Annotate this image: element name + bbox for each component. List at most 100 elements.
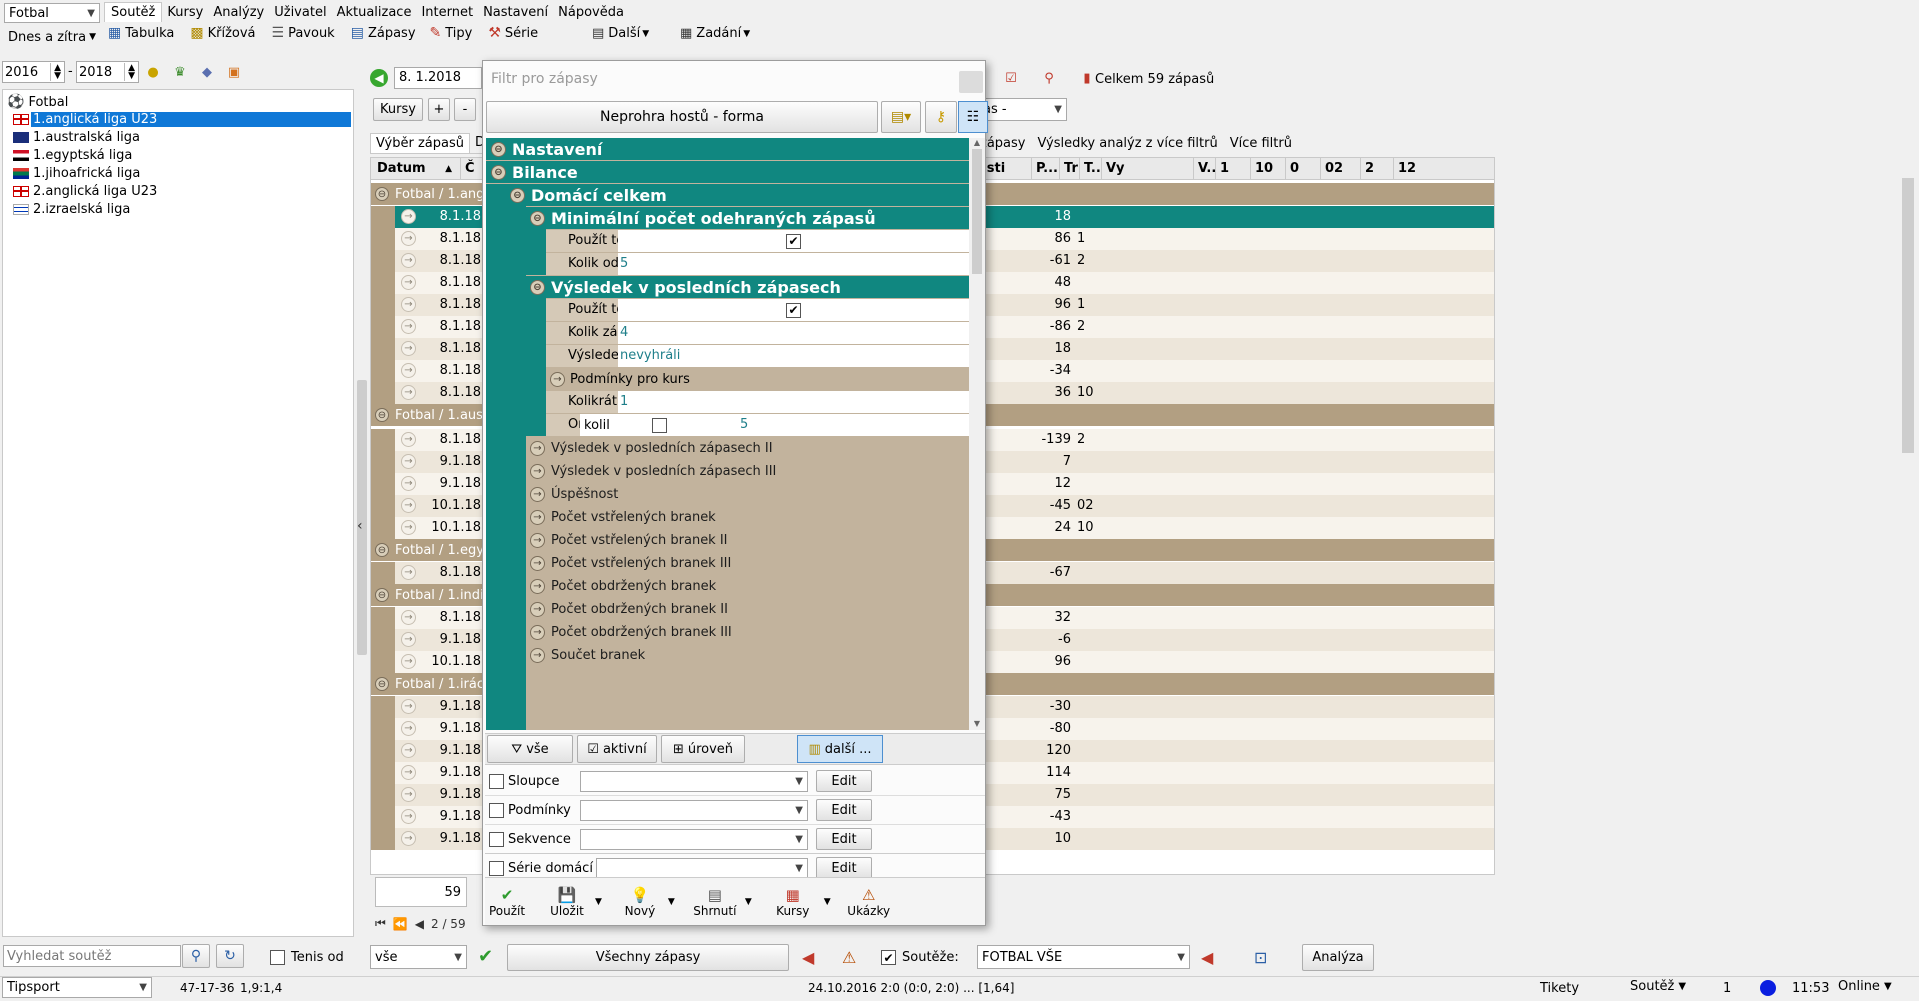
first-page-icon[interactable]: ⏮ [375, 916, 386, 931]
collapsed-section[interactable]: → Výsledek v posledních zápasech II [526, 437, 969, 459]
bar-chart-icon[interactable]: ▮ [1078, 69, 1096, 87]
competitions-checkbox[interactable]: ✔ [881, 950, 896, 965]
tree-view-button[interactable]: ☷ [958, 101, 988, 133]
header-col[interactable]: 1 [1215, 158, 1250, 180]
prev-page-icon[interactable]: ◀ [415, 917, 424, 931]
dropdown-arrow-icon[interactable]: ▼ [824, 897, 831, 907]
tree-item[interactable]: 1.jihoafrická liga [13, 164, 353, 182]
row-expand-icon[interactable]: → [401, 319, 416, 334]
row-expand-icon[interactable]: → [401, 385, 416, 400]
collapsed-section[interactable]: → Součet branek [526, 644, 969, 666]
tab-multi-filter-results[interactable]: Výsledky analýz z více filtrů [1037, 136, 1217, 151]
header-col[interactable]: T.. [1079, 158, 1101, 180]
grid-select-icon[interactable]: ⊡ [1254, 948, 1267, 967]
header-col[interactable]: 12 [1393, 158, 1431, 180]
collapse-panel-icon[interactable]: ‹ [357, 518, 363, 534]
view-combo[interactable]: as - ▼ [978, 98, 1067, 121]
filter-tree-scrollbar[interactable]: ▲ ▼ [969, 138, 985, 730]
times-value-input[interactable]: 1 [618, 391, 969, 413]
edit-button[interactable]: Edit [816, 828, 872, 850]
option-checkbox[interactable] [489, 802, 504, 818]
apply-check-icon[interactable]: ✔ [478, 946, 493, 967]
magic-wand-icon[interactable]: ⚲ [1040, 69, 1058, 87]
option-combo[interactable]: ▼ [580, 770, 808, 792]
option-combo[interactable]: ▼ [596, 857, 808, 879]
header-col[interactable]: V.. [1193, 158, 1215, 180]
more-menu[interactable]: ▤ Další ▼ [592, 26, 649, 41]
row-odds-conditions[interactable]: → Podmínky pro kurs [546, 368, 969, 390]
menu-item[interactable]: Nastavení [478, 3, 553, 22]
menu-item[interactable]: Soutěž [104, 2, 163, 22]
row-expand-icon[interactable]: → [401, 476, 416, 491]
checklist-icon[interactable]: ☑ [1002, 69, 1020, 87]
option-checkbox[interactable] [489, 831, 504, 847]
row-expand-icon[interactable]: → [401, 565, 416, 580]
limit-checkbox[interactable] [652, 417, 667, 433]
count-value-input[interactable]: 4 [618, 322, 969, 344]
tennis-toggle[interactable]: Tenis od [270, 950, 344, 965]
key-button[interactable]: ⚷ [925, 101, 957, 133]
toolbar-tipy-button[interactable]: ✎ Tipy [430, 25, 473, 41]
tag-icon[interactable]: ◆ [198, 63, 216, 81]
collapsed-section[interactable]: → Úspěšnost [526, 483, 969, 505]
competition-search-input[interactable]: Vyhledat soutěž [3, 945, 181, 967]
limit-value-input[interactable]: 5 [738, 414, 969, 436]
collapsed-section[interactable]: → Počet obdržených branek III [526, 621, 969, 643]
year-to-spinner[interactable]: 2018 ▲ ▼ [76, 61, 139, 83]
header-c[interactable]: Č [461, 161, 481, 176]
header-col[interactable]: 0 [1285, 158, 1320, 180]
tennis-checkbox[interactable] [270, 950, 285, 965]
warning-icon[interactable]: ⚠ [842, 948, 856, 967]
back-arrow-icon[interactable]: ◀ [370, 69, 388, 87]
collapsed-section[interactable]: → Počet obdržených branek II [526, 598, 969, 620]
menu-item[interactable]: Internet [416, 3, 478, 22]
search-clear-button[interactable] [959, 71, 983, 93]
competitions-toggle[interactable]: ✔ Soutěže: [881, 950, 959, 965]
use-checkbox[interactable]: ✔ [786, 302, 801, 318]
block-min-matches[interactable]: ⊖ Minimální počet odehraných zápasů [526, 207, 969, 229]
competition-menu[interactable]: Soutěž ▼ [1630, 979, 1686, 994]
action-kursy-button[interactable]: ▦ Kursy [760, 879, 826, 925]
arrow-left-icon[interactable]: ◀ [1201, 948, 1213, 967]
tree-root[interactable]: ⚽ Fotbal [7, 94, 353, 110]
dropdown-arrow-icon[interactable]: ▼ [745, 897, 752, 907]
action-nový-button[interactable]: 💡 Nový [610, 879, 670, 925]
menu-item[interactable]: Aktualizace [332, 3, 417, 22]
remove-button[interactable]: - [454, 98, 476, 121]
tab-active[interactable]: ☑ aktivní [577, 735, 657, 763]
tickets-button[interactable]: Tikety [1540, 981, 1579, 996]
menu-item[interactable]: Uživatel [269, 3, 331, 22]
result-value-input[interactable]: nevyhráli [618, 345, 969, 367]
tree-item[interactable]: 1.australská liga [13, 128, 353, 146]
header-col[interactable]: 2 [1360, 158, 1393, 180]
menu-item[interactable]: Nápověda [553, 3, 629, 22]
edit-button[interactable]: Edit [816, 799, 872, 821]
year-from-spinner[interactable]: 2016 ▲ ▼ [2, 61, 65, 83]
header-date[interactable]: Datum ▲ [371, 158, 461, 179]
row-expand-icon[interactable]: → [401, 743, 416, 758]
arrow-left-icon[interactable]: ◀ [802, 948, 814, 967]
today-tomorrow-button[interactable]: Dnes a zítra ▼ [4, 27, 100, 47]
filter-name-button[interactable]: Neprohra hostů - forma [486, 101, 878, 133]
action-použít-button[interactable]: ✔ Použít [485, 879, 529, 925]
row-expand-icon[interactable]: → [401, 297, 416, 312]
header-col[interactable]: Vy [1101, 158, 1193, 180]
prev-fast-icon[interactable]: ⏪ [393, 917, 408, 931]
menu-item[interactable]: Kursy [162, 3, 208, 22]
competitions-combo[interactable]: FOTBAL VŠE ▼ [977, 945, 1190, 969]
header-col[interactable]: P... [1031, 158, 1059, 180]
tab-more[interactable]: ▥ další ... [797, 735, 883, 763]
use-checkbox-cell[interactable]: ✔ [618, 230, 969, 252]
section-settings[interactable]: ⊖ Nastavení [486, 138, 969, 160]
row-expand-icon[interactable]: → [401, 699, 416, 714]
block-last-results[interactable]: ⊖ Výsledek v posledních zápasech [526, 276, 969, 298]
row-expand-icon[interactable]: → [401, 231, 416, 246]
option-combo[interactable]: ▼ [580, 828, 808, 850]
delete-icon[interactable]: ▣ [225, 63, 243, 81]
section-balance[interactable]: ⊖ Bilance [486, 161, 969, 183]
sport-select[interactable]: Fotbal ▼ [4, 3, 100, 23]
tree-item[interactable]: 2.izraelská liga [13, 200, 353, 218]
header-col[interactable]: 10 [1250, 158, 1285, 180]
tree-item[interactable]: 1.egyptská liga [13, 146, 353, 164]
row-expand-icon[interactable]: → [401, 765, 416, 780]
